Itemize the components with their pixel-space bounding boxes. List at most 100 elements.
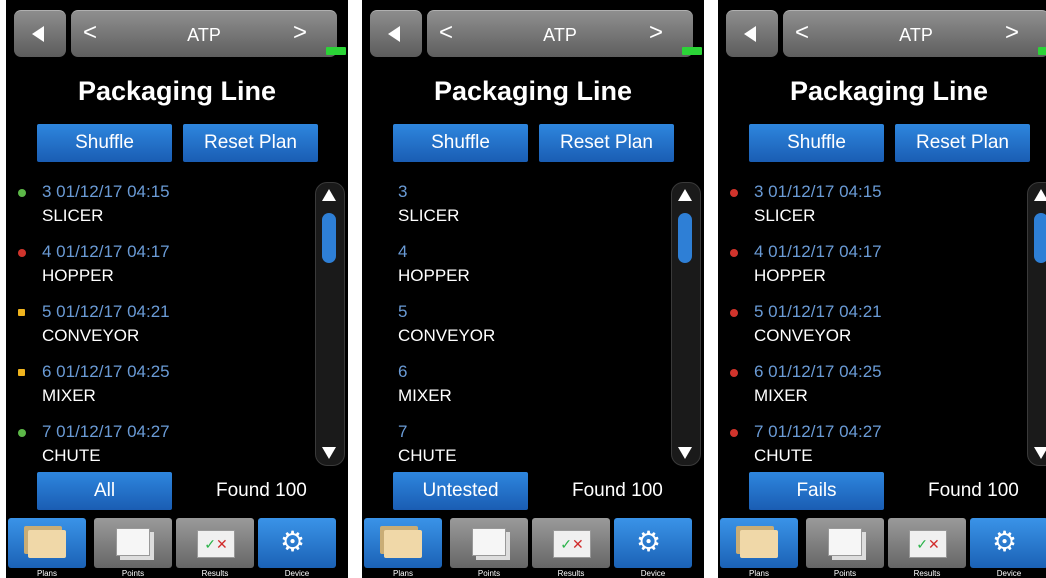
tab-points[interactable] xyxy=(806,518,884,568)
tab-plans[interactable] xyxy=(364,518,442,568)
top-bar: < ATP > xyxy=(362,0,704,60)
reset-plan-button[interactable]: Reset Plan xyxy=(539,124,674,162)
shuffle-button[interactable]: Shuffle xyxy=(37,124,172,162)
tab-plans[interactable] xyxy=(720,518,798,568)
back-button[interactable] xyxy=(14,10,66,57)
list-item[interactable]: 5 01/12/17 04:21 CONVEYOR xyxy=(718,302,1018,362)
list-item[interactable]: 3 01/12/17 04:15 SLICER xyxy=(6,182,306,242)
item-name: CHUTE xyxy=(754,446,813,465)
screen-plans-fails: < ATP > Packaging Line Shuffle Reset Plan 3 01… xyxy=(718,0,1046,578)
tab-results[interactable]: ✓✕ xyxy=(532,518,610,568)
sheets-icon xyxy=(828,528,862,556)
scrollbar[interactable] xyxy=(315,182,345,466)
shuffle-button[interactable]: Shuffle xyxy=(393,124,528,162)
shuffle-button[interactable]: Shuffle xyxy=(749,124,884,162)
scroll-thumb[interactable] xyxy=(678,213,692,263)
list-item[interactable]: 6 01/12/17 04:25 MIXER xyxy=(718,362,1018,422)
reset-plan-button[interactable]: Reset Plan xyxy=(183,124,318,162)
list-item[interactable]: 4 01/12/17 04:17 HOPPER xyxy=(718,242,1018,302)
next-icon[interactable]: > xyxy=(1005,19,1019,47)
back-arrow-icon xyxy=(388,26,400,42)
scrollbar[interactable] xyxy=(1027,182,1046,466)
tab-points[interactable] xyxy=(450,518,528,568)
bottom-nav: Plans Points ✓✕ Results ⚙ Device xyxy=(362,518,704,578)
tab-label: Device xyxy=(640,569,666,578)
scroll-up-icon[interactable] xyxy=(322,189,336,201)
item-name: SLICER xyxy=(754,206,816,225)
plan-selector[interactable]: < ATP > xyxy=(427,10,693,57)
tab-points[interactable] xyxy=(94,518,172,568)
status-fail-icon xyxy=(730,189,738,197)
next-icon[interactable]: > xyxy=(649,19,663,47)
tab-plans[interactable] xyxy=(8,518,86,568)
folder-icon xyxy=(28,530,66,558)
scrollbar[interactable] xyxy=(671,182,701,466)
found-count: Found 100 xyxy=(928,480,1019,501)
tab-results[interactable]: ✓✕ xyxy=(176,518,254,568)
sheets-icon xyxy=(116,528,150,556)
bottom-nav: Plans Points ✓✕ Results ⚙ Device xyxy=(6,518,348,578)
gear-icon: ⚙ xyxy=(636,526,662,557)
item-meta: 4 01/12/17 04:17 xyxy=(754,242,882,261)
tab-label: Plans xyxy=(392,569,413,578)
item-meta: 4 01/12/17 04:17 xyxy=(42,242,170,261)
scroll-down-icon[interactable] xyxy=(678,447,692,459)
status-warn-icon xyxy=(18,309,25,316)
status-fail-icon xyxy=(730,249,738,257)
item-name: MIXER xyxy=(754,386,808,405)
back-button[interactable] xyxy=(370,10,422,57)
list-item[interactable]: 4 01/12/17 04:17 HOPPER xyxy=(6,242,306,302)
list-item[interactable]: 4 HOPPER xyxy=(362,242,662,302)
next-icon[interactable]: > xyxy=(293,19,307,47)
scroll-up-icon[interactable] xyxy=(1034,189,1046,201)
item-meta: 3 01/12/17 04:15 xyxy=(754,182,882,201)
item-name: SLICER xyxy=(398,206,460,225)
tab-label: Device xyxy=(996,569,1022,578)
tab-device[interactable]: ⚙ xyxy=(970,518,1046,568)
plan-selector[interactable]: < ATP > xyxy=(71,10,337,57)
reset-plan-button[interactable]: Reset Plan xyxy=(895,124,1030,162)
list-item[interactable]: 5 01/12/17 04:21 CONVEYOR xyxy=(6,302,306,362)
scroll-thumb[interactable] xyxy=(1034,213,1046,263)
item-meta: 5 01/12/17 04:21 xyxy=(754,302,882,321)
folder-icon xyxy=(384,530,422,558)
screen-plans-untested: < ATP > Packaging Line Shuffle Reset Plan 3 SLI… xyxy=(362,0,704,578)
tab-results[interactable]: ✓✕ xyxy=(888,518,966,568)
filter-button[interactable]: Untested xyxy=(393,472,528,510)
item-meta: 4 xyxy=(398,242,408,261)
scroll-up-icon[interactable] xyxy=(678,189,692,201)
results-icon: ✓✕ xyxy=(909,530,947,558)
item-name: CONVEYOR xyxy=(754,326,852,345)
gear-icon: ⚙ xyxy=(992,526,1018,557)
results-icon: ✓✕ xyxy=(553,530,591,558)
tab-label: Plans xyxy=(748,569,769,578)
tab-label: Plans xyxy=(36,569,57,578)
list-item[interactable]: 5 CONVEYOR xyxy=(362,302,662,362)
item-name: CHUTE xyxy=(398,446,457,465)
tab-label: Device xyxy=(284,569,310,578)
tab-label: Results xyxy=(201,569,229,578)
sheets-icon xyxy=(472,528,506,556)
back-arrow-icon xyxy=(744,26,756,42)
found-count: Found 100 xyxy=(572,480,663,501)
list-item[interactable]: 6 01/12/17 04:25 MIXER xyxy=(6,362,306,422)
page-title: Packaging Line xyxy=(789,76,989,106)
tab-device[interactable]: ⚙ xyxy=(614,518,692,568)
list-item[interactable]: 3 01/12/17 04:15 SLICER xyxy=(718,182,1018,242)
plan-selector[interactable]: < ATP > xyxy=(783,10,1046,57)
list-item[interactable]: 3 SLICER xyxy=(362,182,662,242)
item-meta: 7 01/12/17 04:27 xyxy=(42,422,170,441)
item-meta: 6 01/12/17 04:25 xyxy=(754,362,882,381)
scroll-thumb[interactable] xyxy=(322,213,336,263)
status-pass-icon xyxy=(18,429,26,437)
scroll-down-icon[interactable] xyxy=(322,447,336,459)
back-button[interactable] xyxy=(726,10,778,57)
filter-button[interactable]: Fails xyxy=(749,472,884,510)
screen-plans-all: < ATP > Packaging Line Shuffle Reset Plan 3 01… xyxy=(6,0,348,578)
filter-button[interactable]: All xyxy=(37,472,172,510)
top-bar: < ATP > xyxy=(718,0,1046,60)
list-item[interactable]: 6 MIXER xyxy=(362,362,662,422)
scroll-down-icon[interactable] xyxy=(1034,447,1046,459)
tab-device[interactable]: ⚙ xyxy=(258,518,336,568)
results-icon: ✓✕ xyxy=(197,530,235,558)
